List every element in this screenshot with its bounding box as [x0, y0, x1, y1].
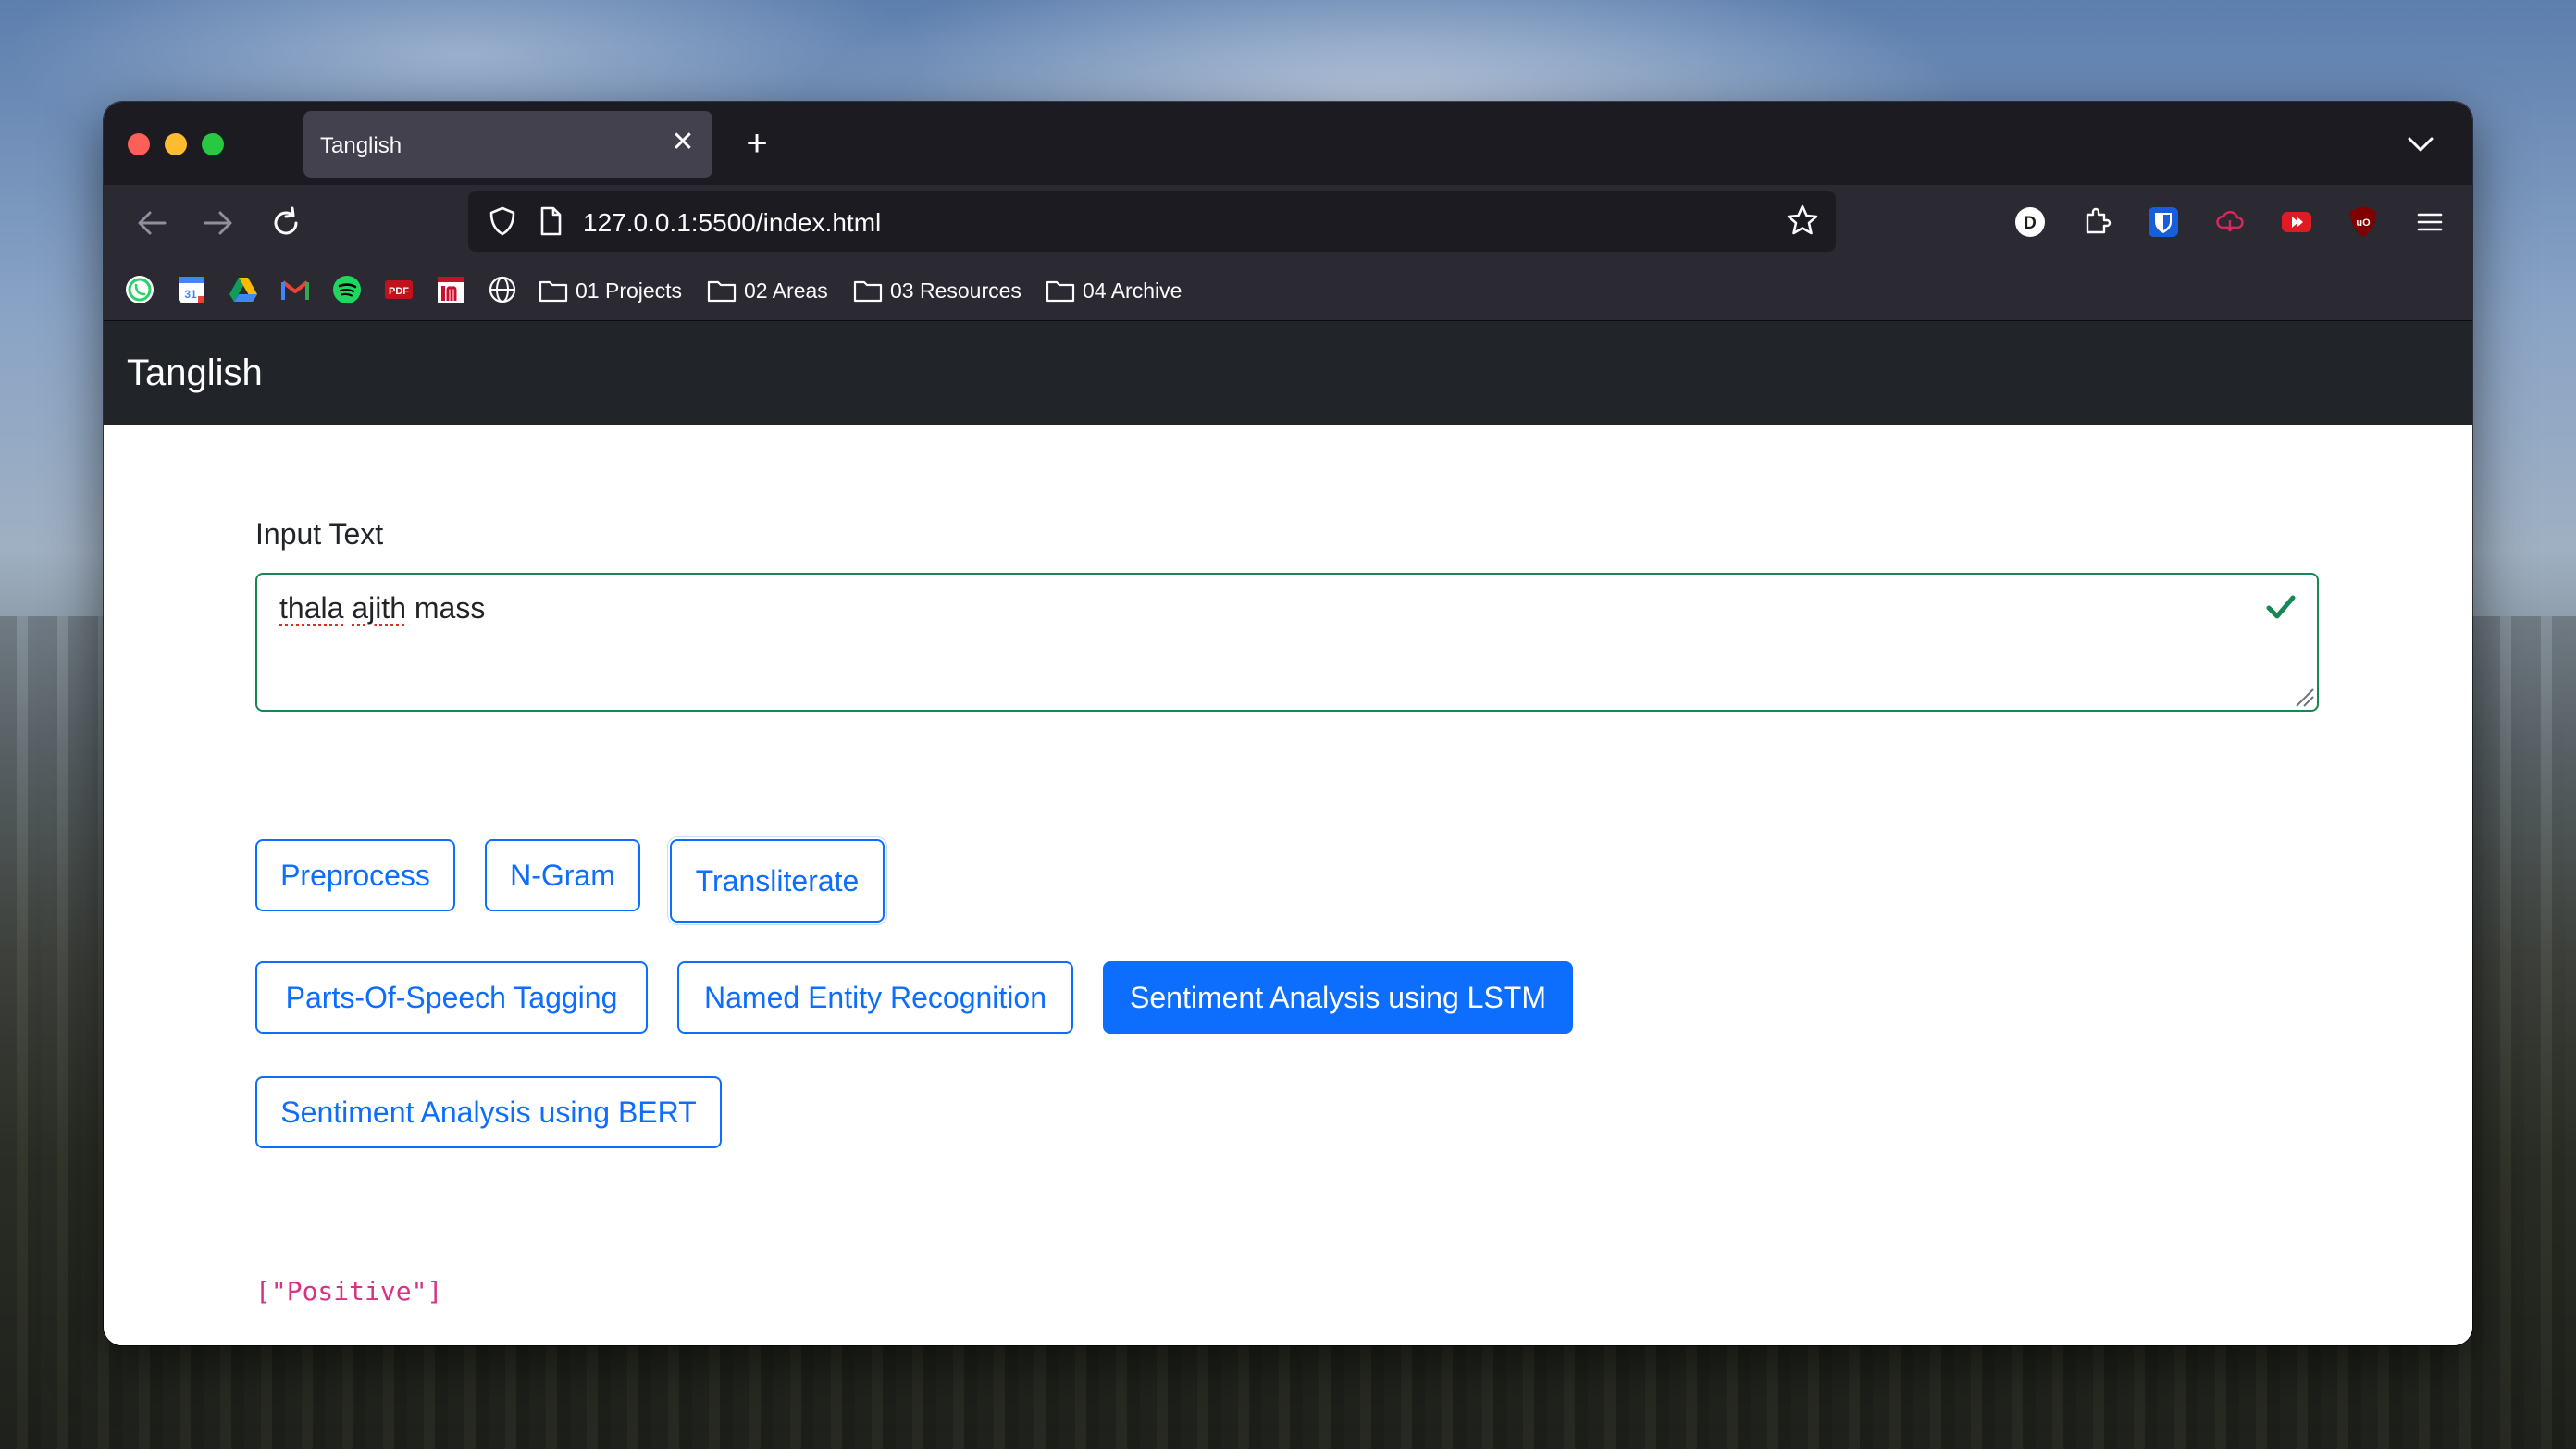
navbar-brand[interactable]: Tanglish — [127, 353, 263, 394]
page-info-icon[interactable] — [535, 204, 566, 239]
profile-avatar-icon[interactable]: D — [2010, 202, 2050, 242]
browser-window: Tanglish ✕ + 127.0.0.1:5500/index.html D… — [104, 102, 2472, 1345]
folder-icon — [707, 280, 737, 303]
tab-title: Tanglish — [320, 133, 402, 158]
hamburger-menu-icon[interactable] — [2409, 202, 2450, 242]
svg-text:uO: uO — [2356, 217, 2371, 229]
input-word: mass — [414, 591, 486, 625]
bookmark-folder-label: 02 Areas — [744, 278, 828, 303]
result-output: ["Positive"] — [255, 1276, 443, 1307]
minimize-window-button[interactable] — [165, 133, 187, 155]
page-content: Input Text thala ajith mass Preprocess N… — [104, 425, 2472, 1345]
pdf-icon[interactable]: PDF — [383, 274, 415, 305]
textarea-value: thala ajith mass — [279, 591, 485, 625]
pos-tagging-button[interactable]: Parts-Of-Speech Tagging — [255, 961, 648, 1034]
bitwarden-icon[interactable] — [2143, 202, 2184, 242]
tab-tanglish[interactable]: Tanglish ✕ — [303, 111, 712, 178]
folder-icon — [1046, 280, 1075, 303]
cloud-download-icon[interactable] — [2210, 202, 2250, 242]
close-window-button[interactable] — [128, 133, 150, 155]
valid-checkmark-icon — [2266, 595, 2296, 619]
google-calendar-icon[interactable]: 31 — [176, 274, 207, 305]
bookmark-folder-label: 03 Resources — [890, 278, 1022, 303]
tracking-protection-shield-icon[interactable] — [485, 204, 520, 239]
input-text-label: Input Text — [255, 517, 384, 551]
bookmark-folder-archive[interactable]: 04 Archive — [1046, 272, 1182, 309]
sentiment-lstm-button[interactable]: Sentiment Analysis using LSTM — [1103, 961, 1573, 1034]
bookmark-star-icon[interactable] — [1784, 202, 1821, 239]
zoom-window-button[interactable] — [202, 133, 224, 155]
list-all-tabs-icon[interactable] — [2402, 126, 2439, 163]
ngram-button[interactable]: N-Gram — [485, 839, 640, 911]
app-navbar: Tanglish — [104, 321, 2472, 425]
calendar-date: 31 — [184, 288, 197, 301]
navigation-toolbar: 127.0.0.1:5500/index.html D uO — [104, 185, 2472, 261]
spotify-icon[interactable] — [331, 274, 363, 305]
back-arrow-icon[interactable] — [131, 202, 174, 244]
bookmarks-toolbar: 31 PDF 01 Projects 02 Areas 03 Resources… — [104, 261, 2472, 321]
resize-grip-icon[interactable] — [2293, 686, 2315, 708]
url-text: 127.0.0.1:5500/index.html — [583, 208, 882, 237]
forward-arrow-icon[interactable] — [196, 202, 239, 244]
preprocess-button[interactable]: Preprocess — [255, 839, 455, 911]
reload-icon[interactable] — [265, 202, 307, 244]
tab-close-icon[interactable]: ✕ — [666, 126, 700, 159]
ner-button[interactable]: Named Entity Recognition — [677, 961, 1073, 1034]
misspelled-word: ajith — [352, 591, 406, 625]
imdb-icon[interactable] — [435, 274, 466, 305]
new-tab-button[interactable]: + — [735, 122, 779, 167]
youtube-extension-icon[interactable] — [2276, 202, 2317, 242]
input-textarea[interactable]: thala ajith mass — [255, 573, 2319, 712]
bookmark-folder-areas[interactable]: 02 Areas — [707, 272, 828, 309]
tab-bar: Tanglish ✕ + — [104, 102, 2472, 185]
gmail-icon[interactable] — [279, 274, 311, 305]
misspelled-word: thala — [279, 591, 344, 625]
bookmark-folder-projects[interactable]: 01 Projects — [539, 272, 682, 309]
pdf-label: PDF — [389, 286, 409, 297]
ublock-origin-icon[interactable]: uO — [2343, 202, 2384, 242]
extensions-puzzle-icon[interactable] — [2076, 202, 2117, 242]
google-drive-icon[interactable] — [228, 274, 259, 305]
bookmark-folder-label: 01 Projects — [576, 278, 683, 303]
globe-icon[interactable] — [487, 274, 518, 305]
bookmark-folder-label: 04 Archive — [1083, 278, 1183, 303]
folder-icon — [539, 280, 568, 303]
profile-initial: D — [2024, 214, 2037, 233]
transliterate-button[interactable]: Transliterate — [670, 839, 885, 923]
bookmark-folder-resources[interactable]: 03 Resources — [853, 272, 1022, 309]
address-bar[interactable]: 127.0.0.1:5500/index.html — [468, 191, 1836, 252]
sentiment-bert-button[interactable]: Sentiment Analysis using BERT — [255, 1076, 722, 1148]
whatsapp-icon[interactable] — [124, 274, 155, 305]
folder-icon — [853, 280, 883, 303]
